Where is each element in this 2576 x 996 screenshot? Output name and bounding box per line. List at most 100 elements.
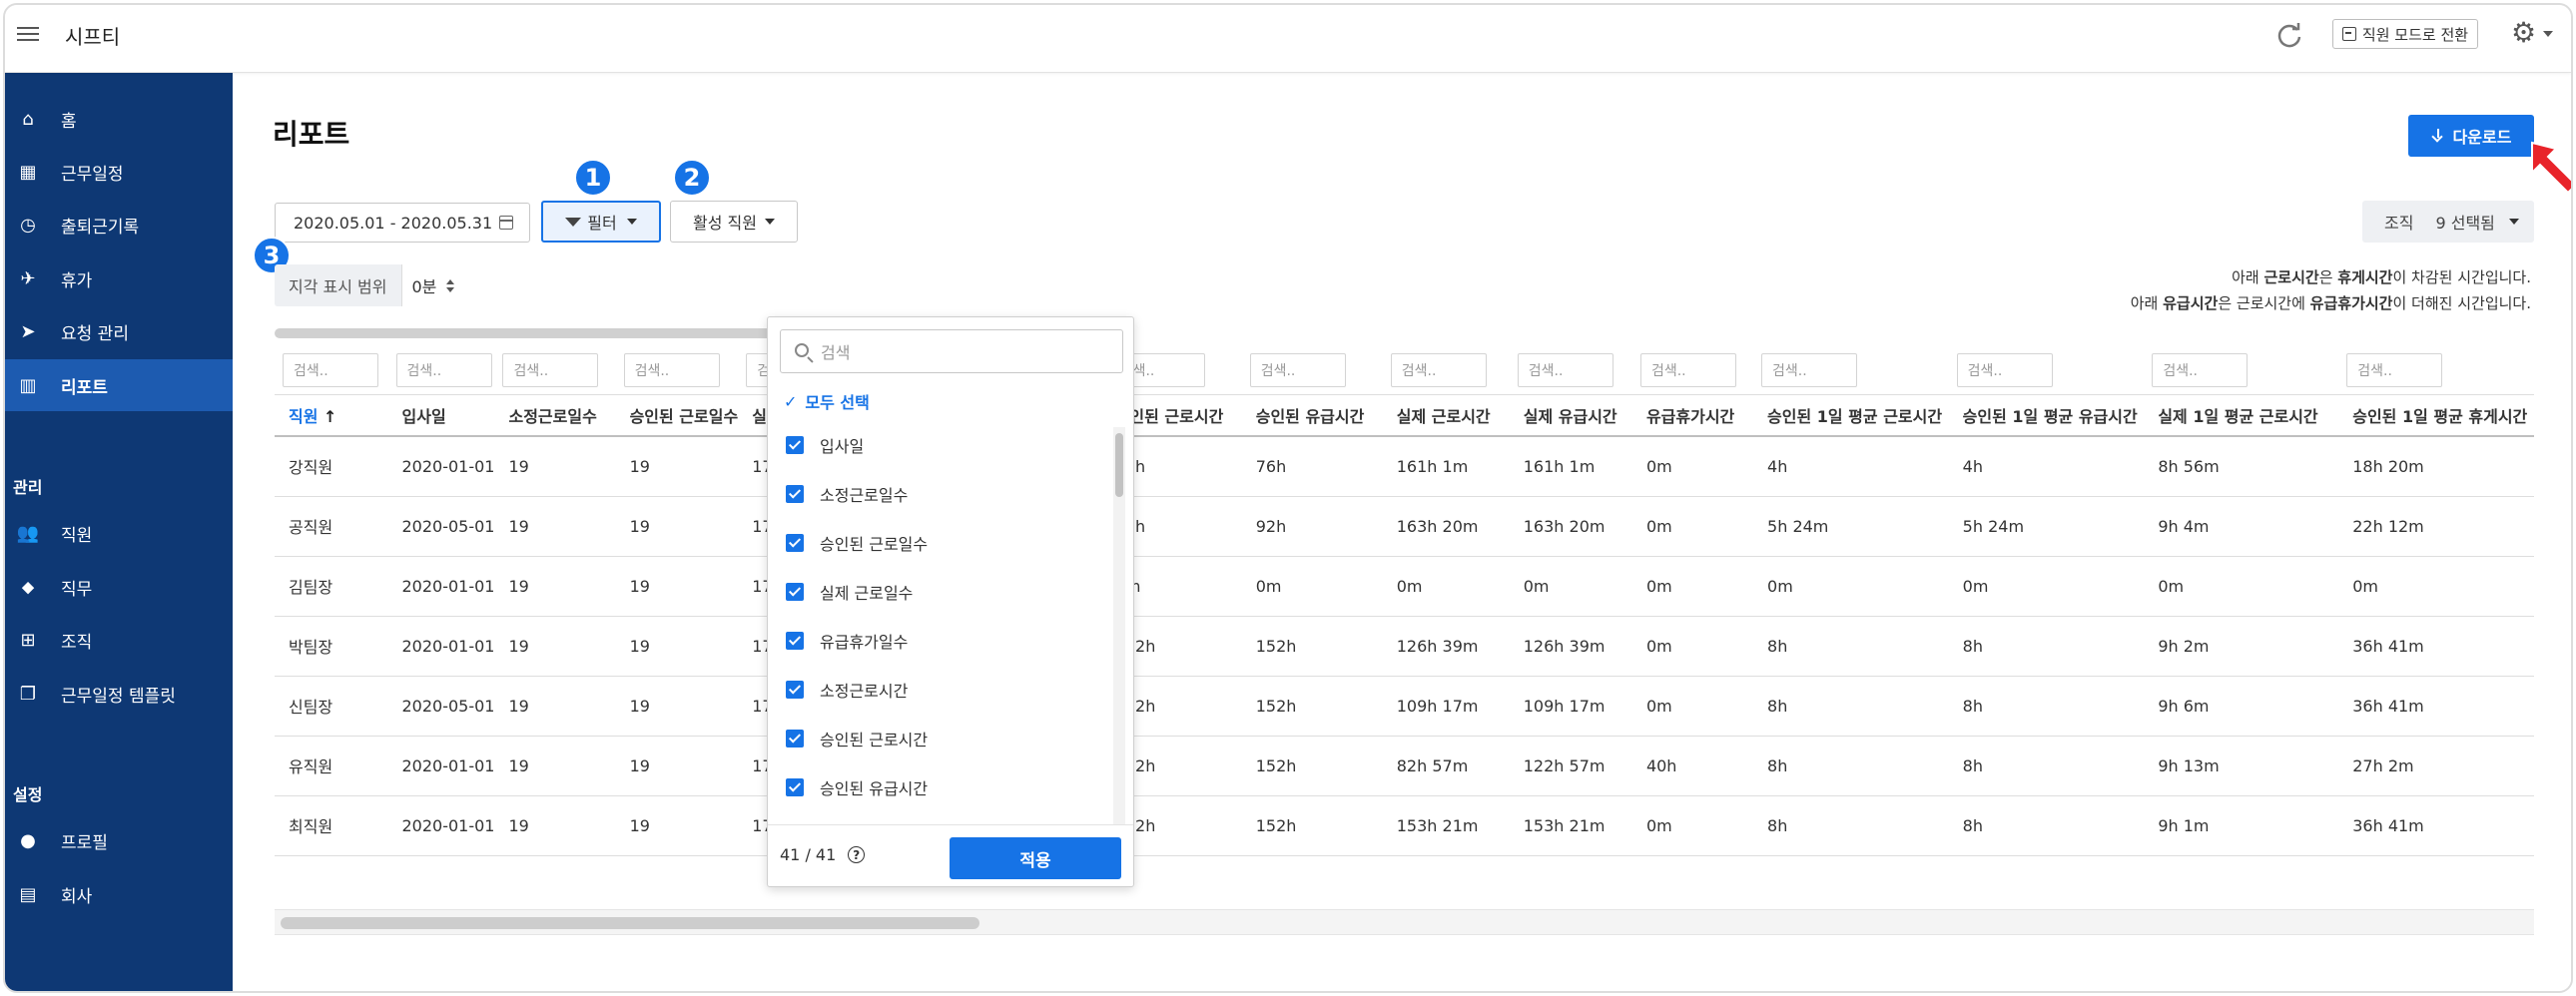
column-search-input[interactable]: 검색..: [395, 352, 492, 387]
late-range-select[interactable]: 0분: [400, 264, 463, 306]
column-header[interactable]: 실제 유급시간: [1509, 394, 1632, 437]
active-staff-dropdown[interactable]: 활성 직원: [670, 201, 798, 243]
checkbox-checked-icon[interactable]: [786, 632, 804, 650]
checkbox-checked-icon[interactable]: [786, 436, 804, 454]
send-icon: ➤: [20, 320, 36, 342]
sidebar-item-profile[interactable]: ● 프로필: [5, 814, 233, 866]
gear-icon[interactable]: ⚙: [2511, 19, 2536, 47]
checkbox-checked-icon[interactable]: [786, 583, 804, 601]
sidebar-item-report[interactable]: ▥ 리포트: [5, 359, 233, 411]
table-cell: 122h 57m: [1509, 736, 1632, 796]
sidebar-item-staff[interactable]: 👥 직원: [5, 507, 233, 559]
column-search-input[interactable]: 검색..: [1639, 352, 1736, 387]
date-range-picker[interactable]: 2020.05.01 - 2020.05.31: [275, 203, 530, 243]
table-cell: 163h 20m: [1382, 496, 1510, 557]
column-header[interactable]: 직원 ↑: [275, 394, 388, 437]
column-search-input[interactable]: 검색..: [1761, 352, 1858, 387]
filter-option[interactable]: 실제 근로일수: [786, 580, 913, 604]
column-search-input[interactable]: 검색..: [283, 352, 378, 387]
tag-icon: ⬥: [21, 576, 35, 598]
column-search-input[interactable]: 검색..: [2346, 352, 2443, 387]
table-cell: 19: [615, 736, 739, 796]
filter-search-input[interactable]: 검색: [780, 329, 1123, 373]
horizontal-scrollbar-thumb[interactable]: [281, 917, 979, 929]
column-header[interactable]: 소정근로일수: [494, 394, 616, 437]
filter-option[interactable]: 소정근로시간: [786, 678, 908, 702]
table-row[interactable]: 강직원2020-01-011919170152h76h76h161h 1m161…: [275, 436, 2534, 497]
refresh-icon[interactable]: [2273, 19, 2305, 51]
column-search-input[interactable]: 검색..: [1249, 352, 1346, 387]
note-paid-hours: 아래 유급시간은 근로시간에 유급휴가시간이 더해진 시간입니다.: [2131, 292, 2531, 313]
filter-option[interactable]: 승인된 근로시간: [786, 727, 928, 750]
apply-button[interactable]: 적용: [950, 837, 1121, 879]
checkbox-checked-icon[interactable]: [786, 681, 804, 699]
column-header[interactable]: 입사일: [387, 394, 495, 437]
checkbox-checked-icon[interactable]: [786, 730, 804, 747]
filter-button[interactable]: 필터: [541, 201, 661, 243]
table-row[interactable]: 박팀장2020-01-011919170152h152h152h126h 39m…: [275, 616, 2534, 677]
help-icon[interactable]: ?: [848, 846, 866, 863]
column-search-input[interactable]: 검색..: [623, 352, 720, 387]
table-cell: 161h 1m: [1382, 436, 1510, 497]
note-text: 은: [2318, 268, 2338, 286]
table-cell: 36h 41m: [2338, 795, 2534, 856]
chevron-down-icon[interactable]: [2543, 31, 2553, 37]
sidebar-item-org[interactable]: ⊞ 조직: [5, 614, 233, 666]
table-row[interactable]: 김팀장2020-01-011919170152h0m0m0m0m0m0m0m0m…: [275, 556, 2534, 617]
table-row[interactable]: 공직원2020-05-011919170152h92h92h163h 20m16…: [275, 496, 2534, 557]
dropdown-scrollbar-thumb[interactable]: [1115, 433, 1123, 497]
filter-option[interactable]: 입사일: [786, 433, 864, 457]
sidebar-item-roles[interactable]: ⬥ 직무: [5, 561, 233, 613]
switch-to-employee-mode-button[interactable]: 직원 모드로 전환: [2332, 19, 2478, 49]
sidebar-item-schedule[interactable]: ▦ 근무일정: [5, 146, 233, 198]
column-header[interactable]: 실제 1일 평균 근로시간: [2144, 394, 2339, 437]
column-search-input[interactable]: 검색..: [1390, 352, 1487, 387]
table-row[interactable]: 유직원2020-01-011919175152h112h152h82h 57m1…: [275, 736, 2534, 796]
filter-option-label: 소정근로일수: [820, 486, 909, 505]
sidebar-item-home[interactable]: ⌂ 홈: [5, 93, 233, 145]
table-cell: 19: [615, 556, 739, 617]
menu-icon[interactable]: [17, 23, 39, 45]
column-header[interactable]: 승인된 1일 평균 근로시간: [1753, 394, 1949, 437]
sidebar-item-leave[interactable]: ✈ 휴가: [5, 252, 233, 304]
table-cell: 2020-01-01: [387, 616, 495, 677]
sidebar-item-company[interactable]: ▤ 회사: [5, 868, 233, 920]
column-header[interactable]: 승인된 1일 평균 유급시간: [1948, 394, 2145, 437]
checkbox-checked-icon[interactable]: [786, 534, 804, 552]
column-header-label: 입사일: [401, 406, 446, 426]
filter-option[interactable]: 승인된 근로일수: [786, 531, 928, 555]
report-table-container: 검색.. 검색.. 검색.. 검색.. 검색.. 검색.. 검색.. 검색.. 검색.. 검색..…: [275, 346, 2534, 929]
column-header[interactable]: 승인된 1일 평균 휴게시간: [2338, 394, 2534, 437]
checkbox-checked-icon[interactable]: [786, 485, 804, 503]
sidebar-item-label: 직무: [61, 579, 93, 600]
column-header[interactable]: 승인된 유급시간: [1241, 394, 1383, 437]
page-title: 리포트: [273, 118, 350, 151]
table-row[interactable]: 최직원2020-01-011919170152h152h152h153h 21m…: [275, 795, 2534, 856]
table-cell: 163h 20m: [1509, 496, 1632, 557]
download-button[interactable]: 다운로드: [2408, 115, 2534, 157]
table-cell: 8h: [1948, 676, 2145, 737]
org-select[interactable]: 조직 9 선택됨: [2362, 201, 2534, 243]
sidebar-item-attendance[interactable]: ◷ 출퇴근기록: [5, 199, 233, 250]
table-cell: 5h 24m: [1948, 496, 2145, 557]
select-all-option[interactable]: ✓ 모두 선택: [784, 389, 870, 413]
app-title: 시프티: [65, 25, 121, 49]
column-header[interactable]: 실제 근로시간: [1382, 394, 1510, 437]
sidebar-item-templates[interactable]: ❐ 근무일정 템플릿: [5, 668, 233, 720]
column-search-input[interactable]: 검색..: [1517, 352, 1613, 387]
column-search-input[interactable]: 검색..: [1956, 352, 2053, 387]
checkbox-checked-icon[interactable]: [786, 778, 804, 796]
table-cell: 161h 1m: [1509, 436, 1632, 497]
column-header[interactable]: 유급휴가시간: [1631, 394, 1754, 437]
column-search-input[interactable]: 검색..: [2152, 352, 2249, 387]
sidebar-item-requests[interactable]: ➤ 요청 관리: [5, 305, 233, 357]
table-cell: 152h: [1241, 795, 1383, 856]
table-row[interactable]: 신팀장2020-05-011919170152h152h152h109h 17m…: [275, 676, 2534, 737]
column-search-input[interactable]: 검색..: [502, 352, 599, 387]
filter-option[interactable]: 승인된 유급시간: [786, 775, 928, 799]
filter-option[interactable]: 유급휴가일수: [786, 629, 908, 653]
column-header[interactable]: 승인된 근로일수: [615, 394, 739, 437]
table-cell: 109h 17m: [1509, 676, 1632, 737]
table-cell: 82h 57m: [1382, 736, 1510, 796]
filter-option[interactable]: 소정근로일수: [786, 482, 908, 506]
